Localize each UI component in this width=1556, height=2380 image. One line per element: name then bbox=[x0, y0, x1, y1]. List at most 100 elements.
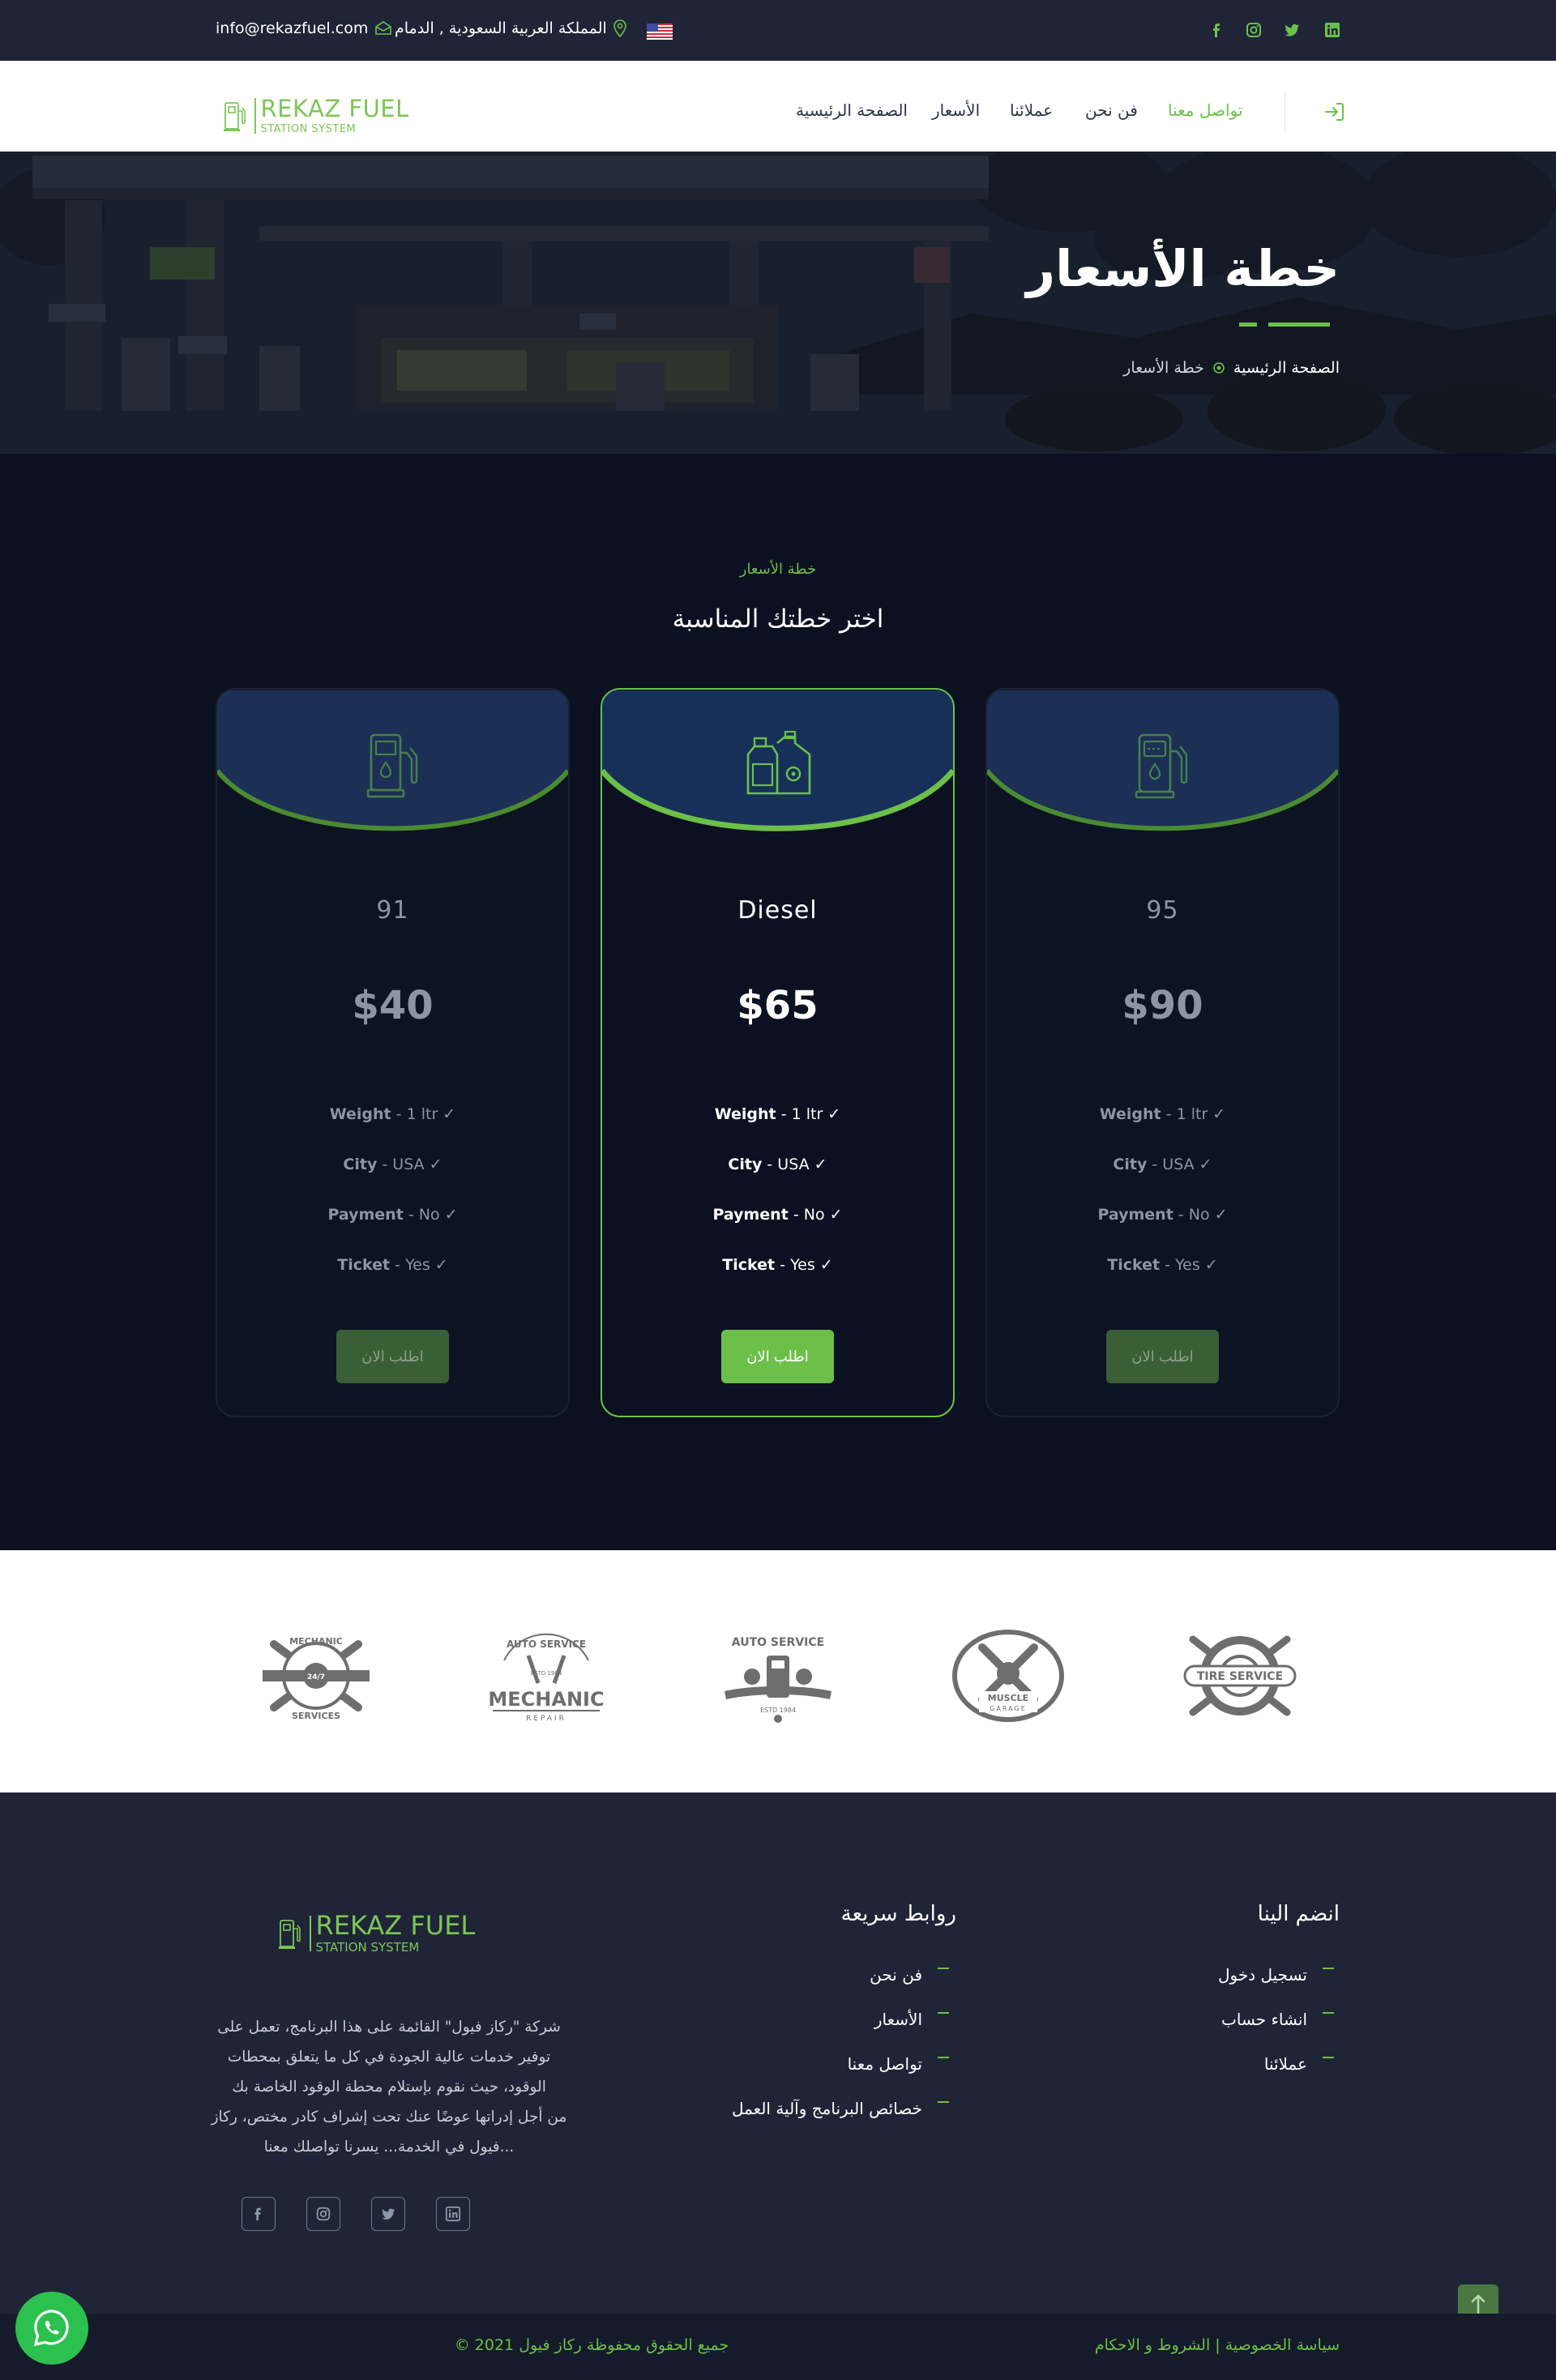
section-eyebrow: خطة الأسعار bbox=[739, 561, 817, 578]
gas-station-background-image bbox=[0, 152, 1556, 454]
quick-link-features[interactable]: خصائص البرنامج وآلية العمل bbox=[673, 2099, 922, 2118]
sign-in-icon[interactable] bbox=[1323, 100, 1346, 123]
plan-name: Diesel bbox=[737, 896, 818, 925]
order-now-button[interactable]: اطلب الان bbox=[336, 1330, 449, 1383]
footer-instagram-icon[interactable] bbox=[306, 2197, 340, 2231]
plan-name: 91 bbox=[376, 896, 409, 925]
logo-divider bbox=[254, 97, 256, 134]
svg-text:ESTD 1984: ESTD 1984 bbox=[531, 1670, 562, 1677]
title-accent-long bbox=[1268, 323, 1330, 327]
whatsapp-icon bbox=[31, 2307, 73, 2349]
gas-station-icon bbox=[1135, 732, 1193, 800]
brand-name: REKAZ FUEL bbox=[260, 94, 409, 122]
logo-divider bbox=[310, 1915, 311, 1951]
plan-card-95: 95 $90 Weight - 1 ltr ✓ City - USA ✓ Pay… bbox=[985, 688, 1340, 1417]
feature-city: City - USA ✓ bbox=[343, 1156, 442, 1173]
nav-about[interactable]: فن نحن bbox=[1085, 100, 1138, 120]
link-dash bbox=[1323, 2057, 1334, 2058]
us-flag-icon[interactable] bbox=[647, 24, 673, 40]
footer-twitter-icon[interactable] bbox=[371, 2197, 405, 2231]
link-dash bbox=[1323, 2012, 1334, 2014]
plan-card-diesel: Diesel $65 Weight - 1 ltr ✓ City - USA ✓… bbox=[601, 688, 955, 1417]
quick-links-title: روابط سريعة bbox=[840, 1902, 956, 1926]
feature-city: City - USA ✓ bbox=[1113, 1156, 1212, 1173]
envelope-icon bbox=[374, 21, 392, 36]
instagram-icon[interactable] bbox=[1245, 21, 1263, 39]
breadcrumb-home[interactable]: الصفحة الرئيسية bbox=[1233, 359, 1340, 377]
feature-weight: Weight - 1 ltr ✓ bbox=[329, 1105, 456, 1123]
feature-weight: Weight - 1 ltr ✓ bbox=[1099, 1105, 1226, 1123]
feature-payment: Payment - No ✓ bbox=[327, 1206, 458, 1224]
join-us-title: انضم الينا bbox=[1257, 1902, 1340, 1926]
section-heading: اختر خطتك المناسبة bbox=[672, 605, 884, 634]
address-text: المملكة العربية السعودية , الدمام bbox=[395, 19, 607, 37]
footer-facebook-icon[interactable] bbox=[242, 2197, 276, 2231]
feature-payment: Payment - No ✓ bbox=[1097, 1206, 1228, 1224]
oil-canister-icon bbox=[745, 730, 813, 798]
join-link-clients[interactable]: عملائنا bbox=[1118, 2054, 1307, 2074]
feature-ticket: Ticket - Yes ✓ bbox=[1107, 1256, 1218, 1274]
quick-link-contact[interactable]: تواصل معنا bbox=[673, 2054, 922, 2074]
link-dash bbox=[1323, 1968, 1334, 1969]
tire-service-logo: TIRE SERVICE bbox=[1182, 1628, 1298, 1724]
brand-tagline: STATION SYSTEM bbox=[260, 122, 357, 135]
svg-text:GARAGE: GARAGE bbox=[990, 1705, 1027, 1712]
fuel-pump-icon bbox=[366, 732, 423, 800]
nav-contact[interactable]: تواصل معنا bbox=[1168, 100, 1242, 120]
muscle-garage-logo: MUSCLE GARAGE bbox=[950, 1628, 1067, 1724]
mechanic-services-logo: MECHANIC 24/7 SERVICES bbox=[258, 1628, 374, 1724]
plan-name: 95 bbox=[1146, 896, 1179, 925]
order-now-button[interactable]: اطلب الان bbox=[721, 1330, 834, 1383]
twitter-icon[interactable] bbox=[1283, 21, 1301, 39]
svg-text:MECHANIC: MECHANIC bbox=[488, 1688, 604, 1711]
quick-link-prices[interactable]: الأسعار bbox=[673, 2010, 922, 2029]
plan-price: $40 bbox=[352, 983, 434, 1028]
nav-clients[interactable]: عملائنا bbox=[1010, 100, 1053, 120]
arrow-up-icon bbox=[1470, 2292, 1486, 2315]
auto-service-logo: AUTO SERVICE ESTD 1984 bbox=[720, 1628, 836, 1724]
breadcrumb: خطة الأسعار الصفحة الرئيسية bbox=[1013, 359, 1340, 377]
feature-ticket: Ticket - Yes ✓ bbox=[337, 1256, 448, 1274]
join-link-login[interactable]: تسجيل دخول bbox=[1118, 1965, 1307, 1985]
feature-weight: Weight - 1 ltr ✓ bbox=[714, 1105, 841, 1123]
brand-name: REKAZ FUEL bbox=[315, 1910, 476, 1941]
quick-link-about[interactable]: فن نحن bbox=[673, 1965, 922, 1985]
whatsapp-button[interactable] bbox=[15, 2292, 88, 2365]
svg-text:ESTD 1984: ESTD 1984 bbox=[760, 1707, 796, 1714]
svg-text:TIRE SERVICE: TIRE SERVICE bbox=[1197, 1670, 1283, 1683]
top-email[interactable]: info@rekazfuel.com bbox=[216, 19, 392, 37]
facebook-icon[interactable] bbox=[1208, 21, 1226, 39]
title-accent-short bbox=[1239, 323, 1257, 327]
email-text[interactable]: info@rekazfuel.com bbox=[216, 19, 368, 37]
map-pin-icon bbox=[613, 19, 626, 37]
fuel-pump-logo-icon bbox=[277, 1916, 305, 1951]
svg-text:MECHANIC: MECHANIC bbox=[289, 1636, 343, 1647]
svg-text:AUTO SERVICE: AUTO SERVICE bbox=[507, 1639, 586, 1650]
plan-price: $65 bbox=[737, 983, 819, 1028]
fuel-pump-logo-icon bbox=[222, 98, 250, 134]
brand-logo[interactable]: REKAZ FUEL STATION SYSTEM bbox=[222, 93, 441, 138]
feature-payment: Payment - No ✓ bbox=[712, 1206, 843, 1224]
footer-linkedin-icon[interactable] bbox=[436, 2197, 470, 2231]
plan-card-91: 91 $40 Weight - 1 ltr ✓ City - USA ✓ Pay… bbox=[216, 688, 570, 1417]
mechanic-repair-logo: AUTO SERVICE ESTD 1984 MECHANIC REPAIR bbox=[488, 1628, 605, 1724]
svg-text:MUSCLE: MUSCLE bbox=[988, 1693, 1028, 1703]
breadcrumb-separator-icon bbox=[1212, 361, 1225, 374]
linkedin-icon[interactable] bbox=[1323, 21, 1341, 39]
svg-text:AUTO SERVICE: AUTO SERVICE bbox=[732, 1636, 824, 1649]
footer-brand-logo[interactable]: REKAZ FUEL STATION SYSTEM bbox=[277, 1912, 504, 1954]
page-hero bbox=[0, 152, 1556, 454]
nav-home[interactable]: الصفحة الرئيسية bbox=[796, 100, 908, 120]
copyright-text: © 2021 جميع الحقوق محفوظة ركاز فيول bbox=[454, 2336, 729, 2354]
footer-about-text: شركة "ركاز فيول" القائمة على هذا البرنام… bbox=[211, 2019, 567, 2156]
order-now-button[interactable]: اطلب الان bbox=[1106, 1330, 1219, 1383]
svg-text:REPAIR: REPAIR bbox=[526, 1715, 566, 1723]
link-dash bbox=[938, 2012, 949, 2014]
link-dash bbox=[938, 2057, 949, 2058]
nav-prices[interactable]: الأسعار bbox=[932, 100, 980, 120]
plan-price: $90 bbox=[1122, 983, 1203, 1028]
link-dash bbox=[938, 1968, 949, 1969]
page-title: خطة الأسعار bbox=[1026, 239, 1340, 298]
legal-links[interactable]: سياسة الخصوصية | الشروط و الاحكام bbox=[1013, 2336, 1340, 2354]
join-link-register[interactable]: انشاء حساب bbox=[1118, 2010, 1307, 2029]
